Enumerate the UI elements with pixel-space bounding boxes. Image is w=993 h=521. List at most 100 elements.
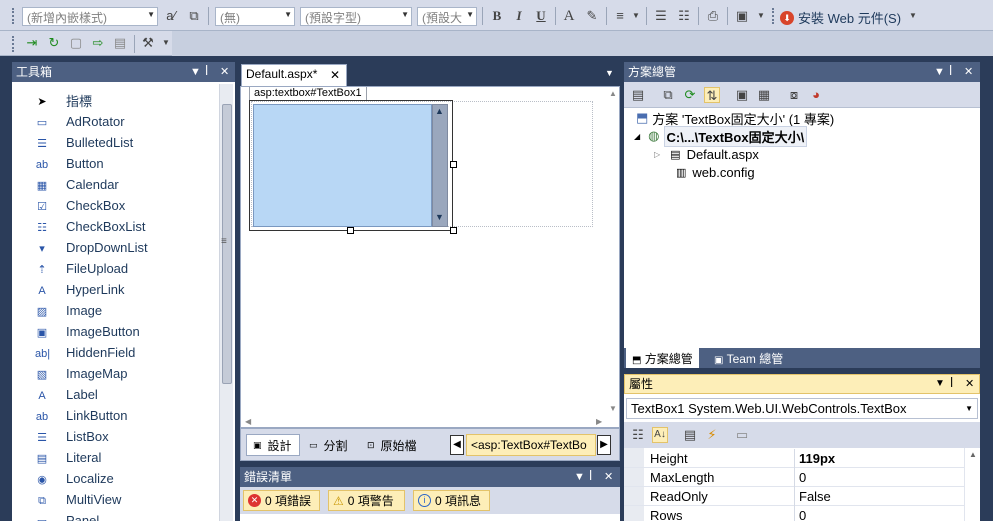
messages-filter-button[interactable]: i 0 項訊息 <box>413 490 490 511</box>
scroll-up-icon[interactable]: ▲ <box>435 106 444 116</box>
errors-filter-button[interactable]: ✕ 0 項錯誤 <box>243 490 320 511</box>
properties-scrollbar[interactable]: ▲ <box>964 448 980 521</box>
toolbox-item--[interactable]: ➤ 指標 <box>14 90 204 111</box>
toolbox-item-dropdownlist[interactable]: ▾ DropDownList <box>14 237 204 258</box>
tools-icon[interactable]: ⚒ <box>140 35 156 51</box>
block-format-combo[interactable]: (新增內嵌樣式) ▼ <box>22 7 158 26</box>
justify-icon[interactable]: ≡ <box>612 8 628 24</box>
project-node[interactable]: ◢ ◍ C:\...\TextBox固定大小\ <box>634 125 808 147</box>
pin-icon[interactable]: ꟾ <box>949 62 952 82</box>
toolbox-item-imagebutton[interactable]: ▣ ImageButton <box>14 321 204 342</box>
scroll-left-icon[interactable]: ◀ <box>245 417 251 426</box>
overflow-icon[interactable]: ▼ <box>753 8 769 24</box>
breadcrumb-prev-icon[interactable]: ◀ <box>450 435 464 455</box>
toolbox-item-label[interactable]: A Label <box>14 384 204 405</box>
show-all-files-icon[interactable]: ⧉ <box>660 87 676 103</box>
style-apply-icon[interactable]: a⁄ <box>163 8 179 24</box>
toolbar-grip[interactable] <box>12 8 16 24</box>
property-value[interactable]: False <box>799 489 831 504</box>
expand-icon[interactable]: ▷ <box>654 150 660 159</box>
copy-style-icon[interactable]: ⧉ <box>186 8 202 24</box>
toolbox-item-checkbox[interactable]: ☑ CheckBox <box>14 195 204 216</box>
vertical-scrollbar[interactable] <box>607 87 619 412</box>
refresh-icon[interactable]: ⟳ <box>682 87 698 103</box>
textbox1-field[interactable] <box>253 104 432 227</box>
bulleted-list-icon[interactable]: ☰ <box>653 8 669 24</box>
stop-icon[interactable]: ▢ <box>68 35 84 51</box>
split-view-button[interactable]: ▭ 分割 <box>305 434 359 456</box>
resize-handle-bottom[interactable] <box>347 227 354 234</box>
design-surface[interactable]: ▲ ▼ ◀ ▶ asp:textbox#TextBox1 ▲ ▼ <box>240 86 620 428</box>
textbox1-control[interactable]: ▲ ▼ <box>249 100 453 231</box>
scroll-down-icon[interactable]: ▼ <box>435 212 444 222</box>
nest-files-icon[interactable]: ⇅ <box>704 87 720 103</box>
events-icon[interactable]: ⚡ <box>704 427 720 443</box>
toolbox-item-fileupload[interactable]: ⇡ FileUpload <box>14 258 204 279</box>
tab-menu-icon[interactable]: ▼ <box>605 68 614 78</box>
style-combo[interactable]: (無) ▼ <box>215 7 295 26</box>
print-icon[interactable]: ⎙ <box>705 8 721 24</box>
tab-solution-explorer[interactable]: ⬒ 方案總管 <box>626 348 699 368</box>
toolbox-item-adrotator[interactable]: ▭ AdRotator <box>14 111 204 132</box>
panel-menu-icon[interactable]: ▼ <box>934 62 945 82</box>
font-combo[interactable]: (預設字型) ▼ <box>300 7 412 26</box>
numbered-list-icon[interactable]: ☷ <box>676 8 692 24</box>
view-designer-icon[interactable]: ▣ <box>734 87 750 103</box>
breadcrumb[interactable]: <asp:TextBox#TextBo <box>466 434 596 456</box>
scroll-right-icon[interactable]: ▶ <box>596 417 602 426</box>
step-over-icon[interactable]: ⇨ <box>90 35 106 51</box>
scroll-down-icon[interactable]: ▼ <box>609 404 617 413</box>
pin-icon[interactable]: ꟾ <box>950 375 953 393</box>
pin-icon[interactable]: ꟾ <box>205 62 208 82</box>
panel-menu-icon[interactable]: ▼ <box>935 375 945 393</box>
highlight-icon[interactable]: ✎ <box>584 8 600 24</box>
property-pages-icon[interactable]: ▭ <box>734 427 750 443</box>
solution-node[interactable]: ⬒ 方案 'TextBox固定大小' (1 專案) <box>636 109 834 127</box>
design-view-button[interactable]: ▣ 設計 <box>246 434 300 456</box>
toolbox-item-imagemap[interactable]: ▧ ImageMap <box>14 363 204 384</box>
overflow-icon[interactable]: ▼ <box>905 8 921 24</box>
toolbox-item-image[interactable]: ▨ Image <box>14 300 204 321</box>
toolbox-item-button[interactable]: ab Button <box>14 153 204 174</box>
property-value[interactable]: 119px <box>799 451 835 466</box>
toolbox-item-calendar[interactable]: ▦ Calendar <box>14 174 204 195</box>
toolbox-item-panel[interactable]: ▭ Panel <box>14 510 204 521</box>
size-combo[interactable]: (預設大 ▼ <box>417 7 477 26</box>
property-row-readonly[interactable]: ReadOnly False <box>624 487 964 506</box>
tab-default-aspx[interactable]: Default.aspx* ✕ <box>241 64 347 86</box>
resize-handle-right[interactable] <box>450 161 457 168</box>
property-value[interactable]: 0 <box>799 470 806 485</box>
toolbox-scrollbar[interactable]: ≡ <box>219 84 233 521</box>
view-code-icon[interactable]: ▦ <box>756 87 772 103</box>
aspnet-config-icon[interactable]: ◕ <box>808 87 824 103</box>
toolbar-grip[interactable] <box>772 8 776 24</box>
toolbox-item-listbox[interactable]: ☰ ListBox <box>14 426 204 447</box>
close-icon[interactable]: ✕ <box>330 68 340 82</box>
panel-menu-icon[interactable]: ▼ <box>190 62 201 82</box>
close-icon[interactable]: ✕ <box>965 375 974 393</box>
close-icon[interactable]: ✕ <box>964 62 973 82</box>
scroll-up-icon[interactable]: ▲ <box>609 89 617 98</box>
categorized-icon[interactable]: ☷ <box>630 427 646 443</box>
restart-icon[interactable]: ▤ <box>112 35 128 51</box>
justify-dropdown-icon[interactable]: ▼ <box>628 8 644 24</box>
start-debug-icon[interactable]: ⇥ <box>24 35 40 51</box>
properties-icon[interactable]: ▤ <box>630 87 646 103</box>
property-row-maxlength[interactable]: MaxLength 0 <box>624 468 964 487</box>
toolbox-item-hyperlink[interactable]: A HyperLink <box>14 279 204 300</box>
panel-menu-icon[interactable]: ▼ <box>574 467 585 487</box>
object-selector[interactable]: TextBox1 System.Web.UI.WebControls.TextB… <box>626 398 978 419</box>
font-color-icon[interactable]: A <box>561 8 577 24</box>
toolbox-item-linkbutton[interactable]: ab LinkButton <box>14 405 204 426</box>
toolbox-item-hiddenfield[interactable]: ab| HiddenField <box>14 342 204 363</box>
toolbox-item-literal[interactable]: ▤ Literal <box>14 447 204 468</box>
toolbox-item-localize[interactable]: ◉ Localize <box>14 468 204 489</box>
copy-website-icon[interactable]: ⧇ <box>786 87 802 103</box>
property-row-rows[interactable]: Rows 0 <box>624 506 964 521</box>
toolbar-grip[interactable] <box>12 36 16 52</box>
tab-team-explorer[interactable]: ▣ Team 總管 <box>708 348 789 368</box>
file-node-web-config[interactable]: ▥ web.config <box>676 163 755 181</box>
pin-icon[interactable]: ꟾ <box>589 467 592 487</box>
property-value[interactable]: 0 <box>799 508 806 521</box>
toolbox-item-multiview[interactable]: ⧉ MultiView <box>14 489 204 510</box>
